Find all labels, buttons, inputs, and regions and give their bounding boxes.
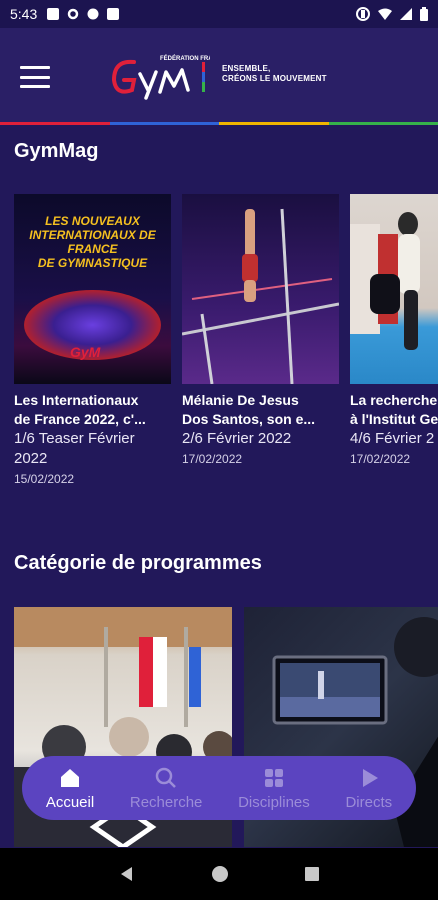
battery-icon xyxy=(420,7,428,21)
app-circle-icon xyxy=(87,8,99,20)
back-icon[interactable] xyxy=(118,865,136,883)
hamburger-menu-icon[interactable] xyxy=(20,66,50,88)
gymmag-card[interactable]: Mélanie De Jesus Dos Santos, son e... 2/… xyxy=(182,194,339,486)
nav-label: Accueil xyxy=(45,793,95,811)
gymmag-section-title: GymMag xyxy=(14,140,99,162)
status-time: 5:43 xyxy=(10,6,38,22)
gymmag-card[interactable]: LES NOUVEAUX INTERNATIONAUX DE FRANCE DE… xyxy=(14,194,171,486)
settings-icon xyxy=(68,8,79,20)
federation-label: FÉDÉRATION FRANÇAISE xyxy=(160,54,210,62)
signal-icon xyxy=(400,8,412,20)
programmes-section-title: Catégorie de programmes xyxy=(14,552,262,574)
nav-label: Disciplines xyxy=(238,793,310,811)
gymmag-card[interactable]: La recherche à l'Institut Ge 4/6 Février… xyxy=(350,194,438,486)
nav-label: Recherche xyxy=(129,793,203,811)
poster-headline: LES NOUVEAUX INTERNATIONAUX DE FRANCE DE… xyxy=(29,214,156,270)
tagline-line-1: ENSEMBLE, xyxy=(222,64,271,73)
gymmag-carousel[interactable]: LES NOUVEAUX INTERNATIONAUX DE FRANCE DE… xyxy=(14,194,438,486)
recents-icon[interactable] xyxy=(304,866,320,882)
app-header: FÉDÉRATION FRANÇAISE ENSEMBLE, CRÉONS LE… xyxy=(0,28,438,122)
grid-icon xyxy=(264,768,283,787)
card-thumbnail xyxy=(182,194,339,384)
search-icon xyxy=(155,767,177,788)
card-date: 17/02/2022 xyxy=(350,452,411,466)
card-subtitle: 4/6 Février 2 xyxy=(350,430,435,447)
nav-item-recherche[interactable]: Recherche xyxy=(129,766,203,811)
wifi-icon xyxy=(378,8,392,20)
card-subtitle: 2/6 Février 2022 xyxy=(182,430,292,447)
home-button-icon[interactable] xyxy=(211,865,229,883)
brand-color-rule xyxy=(0,122,438,125)
card-thumbnail xyxy=(350,194,438,384)
home-icon xyxy=(61,768,79,787)
system-navigation-bar xyxy=(0,848,438,900)
do-not-disturb-icon xyxy=(356,7,370,21)
nav-item-disciplines[interactable]: Disciplines xyxy=(238,766,310,811)
status-bar: 5:43 xyxy=(0,0,438,28)
nav-label: Directs xyxy=(345,793,393,811)
nav-item-accueil[interactable]: Accueil xyxy=(46,766,94,811)
card-title: La recherche à l'Institut Ge xyxy=(350,392,438,427)
card-date: 17/02/2022 xyxy=(182,452,243,466)
nav-item-directs[interactable]: Directs xyxy=(345,766,392,811)
card-title: Mélanie De Jesus Dos Santos, son e... xyxy=(182,392,316,427)
notification-icons xyxy=(47,8,120,20)
tagline-line-2: CRÉONS LE MOUVEMENT xyxy=(222,74,327,83)
card-date: 15/02/2022 xyxy=(14,472,75,486)
card-thumbnail: LES NOUVEAUX INTERNATIONAUX DE FRANCE DE… xyxy=(14,194,171,384)
notification-app-icon xyxy=(47,8,60,20)
ffgym-logo: FÉDÉRATION FRANÇAISE xyxy=(110,50,235,100)
card-title: Les Internationaux de France 2022, c'... xyxy=(14,392,146,427)
tagline: ENSEMBLE, CRÉONS LE MOUVEMENT xyxy=(222,64,327,84)
bottom-navigation: Accueil Recherche Disciplines Directs xyxy=(22,756,416,820)
play-icon xyxy=(362,768,378,787)
system-icons xyxy=(356,7,428,21)
card-subtitle: 1/6 Teaser Février 2022 xyxy=(14,430,135,467)
sd-card-icon xyxy=(107,8,120,20)
